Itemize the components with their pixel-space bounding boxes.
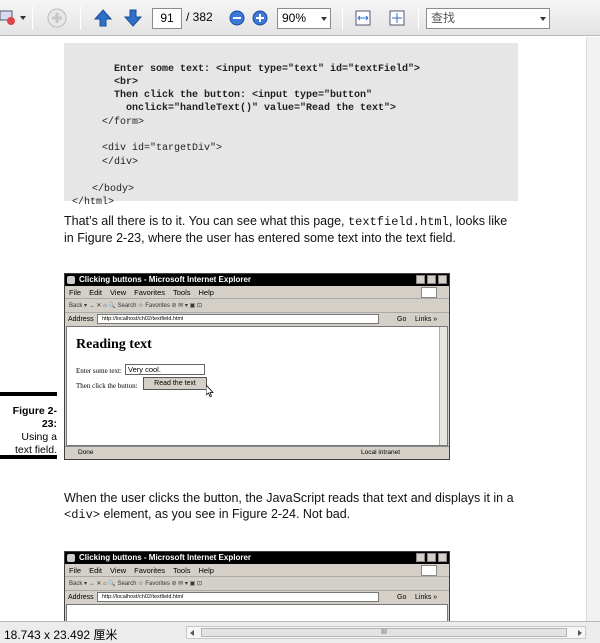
code-line: </body> <box>92 184 135 195</box>
window-title: Clicking buttons - Microsoft Internet Ex… <box>79 275 252 284</box>
code-listing: Enter some text: <input type="text" id="… <box>64 43 518 208</box>
code-line: <br> <box>114 77 139 88</box>
menu-item: Help <box>198 288 214 297</box>
horizontal-scrollbar[interactable]: III <box>186 626 586 639</box>
document-view: Enter some text: <input type="text" id="… <box>0 37 600 621</box>
page-number-input[interactable]: 91 <box>152 8 182 29</box>
ie-menubar: File Edit View Favorites Tools Help <box>65 286 449 299</box>
ie-menubar: File Edit View Favorites Tools Help <box>65 564 449 577</box>
address-field: http://localhost/ch02/textfield.html <box>97 592 379 602</box>
window-titlebar: Clicking buttons - Microsoft Internet Ex… <box>65 274 449 286</box>
search-placeholder: 查找 <box>431 11 456 25</box>
ie-icon <box>67 554 75 562</box>
paragraph: When the user clicks the button, the Jav… <box>64 491 514 522</box>
status-zone: Local intranet <box>361 449 401 456</box>
menu-item: View <box>110 288 127 297</box>
paragraph: That’s all there is to it. You can see w… <box>64 214 508 245</box>
menu-item: Favorites <box>134 566 165 575</box>
caption-title: Figure 2-23: <box>12 405 57 430</box>
menu-item: Tools <box>173 288 191 297</box>
zoom-select[interactable]: 90% <box>277 8 331 29</box>
read-text-button: Read the text <box>143 377 207 390</box>
search-input[interactable]: 查找 <box>426 8 550 29</box>
figure-caption: Figure 2-23: Using a text field. <box>0 405 57 457</box>
print-icon[interactable] <box>0 7 18 29</box>
zoom-in-icon[interactable] <box>249 7 271 29</box>
next-page-icon[interactable] <box>122 7 144 29</box>
menu-item: Edit <box>89 288 103 297</box>
caption-rule <box>0 455 57 459</box>
figure-screenshot: Clicking buttons - Microsoft Internet Ex… <box>64 551 450 621</box>
minimize-icon <box>416 275 425 284</box>
minimize-icon <box>416 553 425 562</box>
ie-statusbar: Done Local intranet <box>65 446 449 457</box>
ie-scrollbar <box>439 327 447 445</box>
code-line: Enter some text: <input type="text" id="… <box>114 64 421 75</box>
close-icon <box>438 553 447 562</box>
status-bar: 18.743 x 23.492 厘米 III <box>0 621 600 643</box>
zoom-value: 90% <box>282 11 307 25</box>
code-line: onclick="handleText()" value="Read the t… <box>114 103 397 114</box>
menu-item: Edit <box>89 566 103 575</box>
menu-item: File <box>69 288 82 297</box>
close-icon <box>438 275 447 284</box>
code-line: </div> <box>102 157 139 168</box>
links-label: Links » <box>415 594 438 601</box>
window-titlebar: Clicking buttons - Microsoft Internet Ex… <box>65 552 449 564</box>
fit-page-icon[interactable] <box>386 7 408 29</box>
inline-code: textfield.html <box>347 215 449 229</box>
maximize-icon <box>427 553 436 562</box>
figure-screenshot: Clicking buttons - Microsoft Internet Ex… <box>64 273 450 460</box>
ie-toolbar: Back ▾ → ✕ ⌂ 🔍 Search ☆ Favorites ⊘ ✉ ▾ … <box>65 577 449 591</box>
ie-content: Reading text Enter some text: Very cool.… <box>66 326 448 446</box>
code-line: Then click the button: <input type="butt… <box>114 90 373 101</box>
menu-item: File <box>69 566 82 575</box>
code-line: </form> <box>102 117 145 128</box>
chevron-down-icon <box>321 17 327 21</box>
text-field: Very cool. <box>125 364 205 375</box>
caption-rule <box>0 392 57 396</box>
scroll-thumb[interactable]: III <box>201 628 567 637</box>
windows-logo-icon <box>421 287 437 298</box>
inline-code: <div> <box>64 508 101 522</box>
ie-toolbar: Back ▾ → ✕ ⌂ 🔍 Search ☆ Favorites ⊘ ✉ ▾ … <box>65 299 449 313</box>
ie-address-bar: Address http://localhost/ch02/textfield.… <box>65 313 449 326</box>
maximize-icon <box>427 275 436 284</box>
chevron-down-icon <box>540 17 546 21</box>
page-heading: Reading text <box>76 337 152 352</box>
cursor-icon <box>206 385 214 397</box>
links-label: Links » <box>415 316 438 323</box>
code-line: <div id="targetDiv"> <box>102 143 223 154</box>
scroll-right-icon[interactable] <box>578 630 582 636</box>
previous-page-icon[interactable] <box>92 7 114 29</box>
scroll-left-icon[interactable] <box>190 630 194 636</box>
ie-content <box>66 604 448 621</box>
page-size-label: 18.743 x 23.492 厘米 <box>4 628 118 642</box>
field-label: Enter some text: <box>76 367 122 375</box>
pdf-toolbar: 91 / 382 90% 查找 <box>0 0 600 36</box>
button-label: Then click the button: <box>76 382 138 390</box>
hand-tool-icon[interactable] <box>46 7 68 29</box>
go-button: Go <box>397 316 407 323</box>
chevron-down-icon[interactable] <box>20 16 26 20</box>
ie-address-bar: Address http://localhost/ch02/textfield.… <box>65 591 449 604</box>
page-total: / 382 <box>186 10 213 24</box>
menu-item: View <box>110 566 127 575</box>
status-done: Done <box>78 449 94 456</box>
go-button: Go <box>397 594 407 601</box>
zoom-out-icon[interactable] <box>226 7 248 29</box>
menu-item: Help <box>198 566 214 575</box>
menu-item: Favorites <box>134 288 165 297</box>
ie-icon <box>67 276 75 284</box>
code-line: </html> <box>72 197 115 208</box>
fit-width-icon[interactable] <box>352 7 374 29</box>
menu-item: Tools <box>173 566 191 575</box>
vertical-scrollbar[interactable] <box>586 37 600 621</box>
address-field: http://localhost/ch02/textfield.html <box>97 314 379 324</box>
address-label: Address <box>68 316 94 323</box>
windows-logo-icon <box>421 565 437 576</box>
window-title: Clicking buttons - Microsoft Internet Ex… <box>79 553 252 562</box>
caption-text: Using a text field. <box>14 431 57 456</box>
address-label: Address <box>68 594 94 601</box>
